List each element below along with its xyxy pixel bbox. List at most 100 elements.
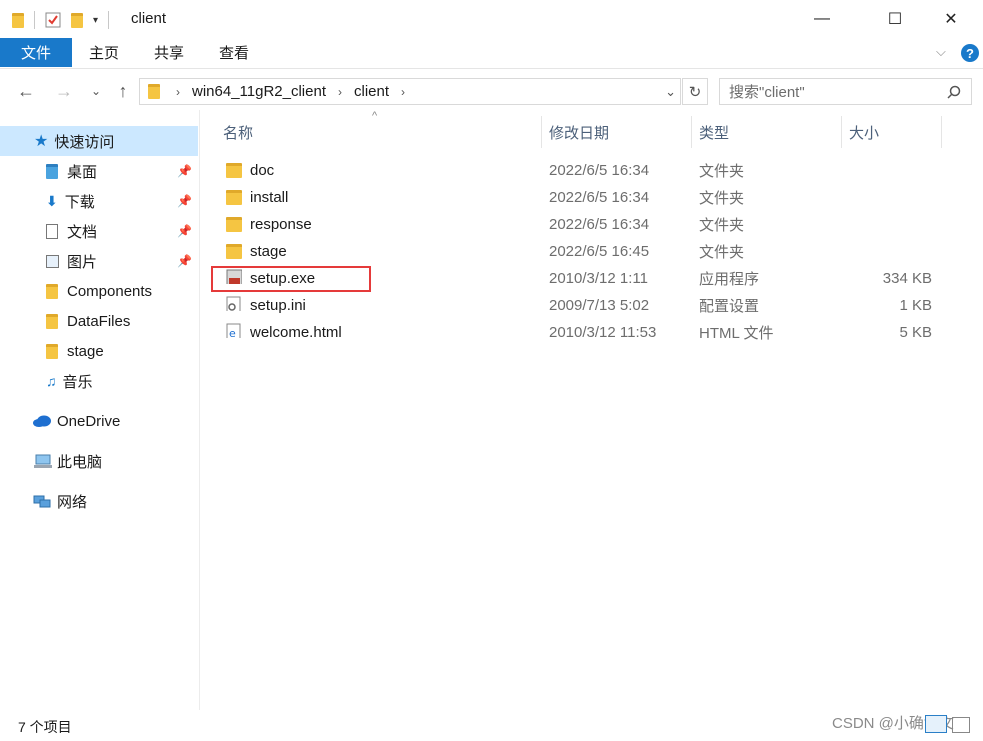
breadcrumb-item[interactable]: win64_11gR2_client	[192, 83, 326, 100]
file-date: 2022/6/5 16:34	[549, 189, 650, 206]
edge-html-icon: e	[226, 323, 241, 338]
file-size: 5 KB	[899, 324, 932, 341]
column-separator[interactable]	[541, 116, 542, 148]
nav-label: Components	[67, 282, 153, 300]
file-row[interactable]: response 2022/6/5 16:34 文件夹	[210, 211, 950, 238]
file-row[interactable]: doc 2022/6/5 16:34 文件夹	[210, 157, 950, 184]
large-icons-view-button[interactable]	[952, 717, 970, 733]
column-header-type[interactable]: 类型	[699, 116, 839, 148]
download-icon: ⬇	[46, 192, 58, 209]
nav-item-components[interactable]: Components	[0, 276, 198, 306]
separator	[34, 11, 35, 29]
pin-icon[interactable]: 📌	[177, 194, 192, 208]
search-icon	[947, 85, 961, 99]
forward-button[interactable]: →	[51, 78, 77, 104]
folder-icon	[148, 84, 160, 99]
column-header-date[interactable]: 修改日期	[549, 116, 689, 148]
file-size	[840, 211, 932, 238]
nav-label: stage	[67, 342, 104, 360]
nav-item-pictures[interactable]: 图片 📌	[0, 246, 198, 276]
tab-share[interactable]: 共享	[143, 38, 195, 67]
column-separator[interactable]	[841, 116, 842, 148]
up-button[interactable]: ↑	[110, 78, 136, 104]
file-date: 2009/7/13 5:02	[549, 297, 650, 314]
file-name: response	[250, 216, 312, 233]
file-name: welcome.html	[250, 324, 342, 341]
chevron-down-icon: ⌄	[90, 84, 102, 98]
file-name: stage	[250, 243, 287, 260]
minimize-button[interactable]: —	[799, 0, 845, 38]
column-header-name[interactable]: 名称	[223, 116, 540, 148]
tab-home[interactable]: 主页	[78, 38, 130, 67]
customize-toolbar-icon[interactable]: ▾	[93, 15, 98, 26]
music-icon: ♫	[46, 373, 57, 389]
nav-item-network[interactable]: 网络	[0, 486, 198, 516]
nav-item-this-pc[interactable]: 此电脑	[0, 446, 198, 476]
pin-icon[interactable]: 📌	[177, 164, 192, 178]
new-folder-icon[interactable]	[71, 12, 83, 28]
desktop-icon	[46, 163, 58, 179]
address-bar[interactable]: › win64_11gR2_client › client › ⌄	[139, 78, 681, 105]
file-date: 2010/3/12 1:11	[549, 270, 648, 287]
tab-file[interactable]: 文件	[0, 38, 72, 67]
column-separator[interactable]	[691, 116, 692, 148]
file-name: install	[250, 189, 289, 206]
search-box[interactable]: 搜索"client"	[719, 78, 972, 105]
pictures-icon	[46, 254, 59, 268]
folder-icon	[226, 163, 242, 178]
nav-quick-access[interactable]: ★ 快速访问	[0, 126, 198, 156]
details-view-button[interactable]	[925, 715, 947, 733]
search-input[interactable]: 搜索"client"	[729, 81, 805, 102]
cloud-icon	[33, 415, 51, 427]
file-type: 文件夹	[699, 163, 745, 180]
file-row[interactable]: e welcome.html 2010/3/12 11:53 HTML 文件 5…	[210, 319, 950, 346]
pin-icon[interactable]: 📌	[177, 224, 192, 238]
file-date: 2022/6/5 16:45	[549, 243, 650, 260]
file-size	[840, 157, 932, 184]
nav-item-datafiles[interactable]: DataFiles	[0, 306, 198, 336]
star-icon: ★	[34, 133, 49, 150]
nav-label: 此电脑	[57, 453, 103, 471]
properties-icon[interactable]	[45, 12, 61, 28]
pane-divider[interactable]	[199, 110, 200, 710]
column-header-size[interactable]: 大小	[849, 116, 939, 148]
file-date: 2022/6/5 16:34	[549, 162, 650, 179]
breadcrumb-chevron-icon: ›	[176, 84, 180, 99]
nav-item-stage[interactable]: stage	[0, 336, 198, 366]
nav-item-desktop[interactable]: 桌面 📌	[0, 156, 198, 186]
window-title: client	[131, 10, 167, 27]
file-row[interactable]: setup.ini 2009/7/13 5:02 配置设置 1 KB	[210, 292, 950, 319]
help-button[interactable]: ?	[961, 44, 979, 62]
arrow-right-icon: →	[55, 80, 73, 101]
separator	[108, 11, 110, 29]
nav-label: OneDrive	[57, 412, 121, 430]
nav-label: 网络	[57, 493, 88, 511]
pin-icon[interactable]: 📌	[177, 254, 192, 268]
maximize-button[interactable]: ☐	[872, 0, 918, 38]
column-separator[interactable]	[941, 116, 942, 148]
expand-ribbon-icon[interactable]: ⌵	[936, 44, 946, 60]
tab-view[interactable]: 查看	[208, 38, 260, 67]
red-highlight-box	[211, 266, 371, 292]
file-row[interactable]: stage 2022/6/5 16:45 文件夹	[210, 238, 950, 265]
close-button[interactable]: ✕	[928, 0, 974, 38]
recent-locations-button[interactable]: ⌄	[83, 78, 109, 104]
breadcrumb-chevron-icon[interactable]: ›	[401, 85, 405, 99]
file-type: HTML 文件	[699, 325, 774, 342]
file-name: doc	[250, 162, 275, 179]
breadcrumb-item[interactable]: client	[354, 83, 389, 100]
nav-label: 快速访问	[54, 133, 115, 151]
file-type: 配置设置	[699, 298, 760, 315]
nav-item-music[interactable]: ♫ 音乐	[0, 366, 198, 396]
back-button[interactable]: ←	[13, 78, 39, 104]
nav-item-onedrive[interactable]: OneDrive	[0, 406, 198, 436]
file-row[interactable]: install 2022/6/5 16:34 文件夹	[210, 184, 950, 211]
refresh-button[interactable]: ↻	[682, 78, 708, 105]
file-type: 文件夹	[699, 217, 745, 234]
nav-item-documents[interactable]: 文档 📌	[0, 216, 198, 246]
file-date: 2022/6/5 16:34	[549, 216, 650, 233]
nav-item-downloads[interactable]: ⬇ 下载 📌	[0, 186, 198, 216]
address-dropdown-icon[interactable]: ⌄	[665, 84, 676, 100]
nav-label: 下载	[64, 193, 95, 211]
file-size	[840, 184, 932, 211]
